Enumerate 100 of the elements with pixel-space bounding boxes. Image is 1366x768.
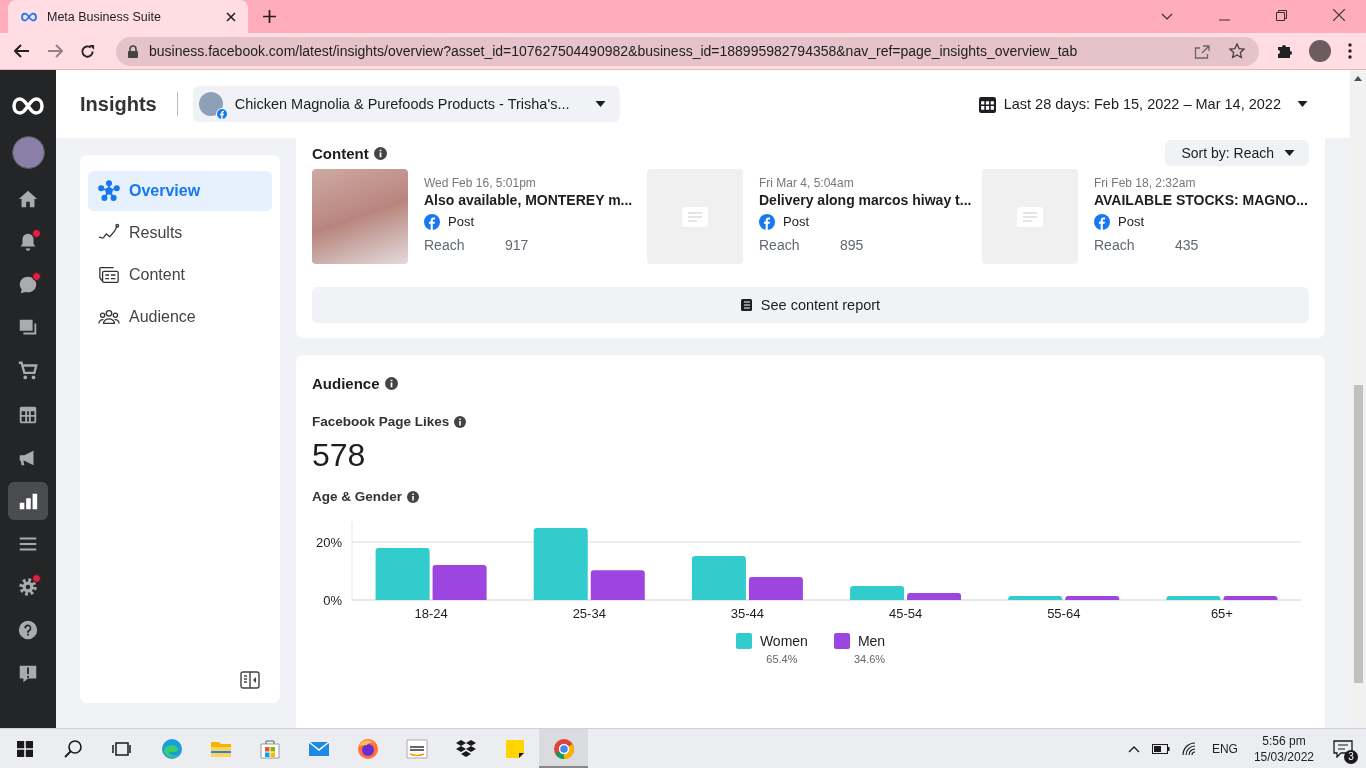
address-bar[interactable]: business.facebook.com/latest/insights/overview?asset_id=107627504490982&business_id=188995982794358&nav_ref=page_insights_overview_tab: [116, 36, 1259, 66]
collapse-panel-icon[interactable]: [240, 671, 260, 689]
chart-bar: [1008, 595, 1063, 600]
likes-count: 578: [312, 436, 367, 475]
chevron-up-icon[interactable]: [1127, 744, 1140, 753]
new-tab-icon[interactable]: [263, 10, 276, 23]
axis-label: 65+: [1210, 606, 1233, 621]
close-icon[interactable]: [226, 11, 236, 22]
chart-bar: [907, 593, 962, 600]
round-browser-button[interactable]: [539, 729, 588, 768]
meta-logo-icon: [20, 10, 38, 23]
legend-share: 34.6%: [852, 653, 886, 665]
post-type: Post: [448, 213, 474, 231]
text-post-icon: [682, 206, 708, 227]
fox-browser-icon: [355, 736, 380, 761]
notification-icon[interactable]: [1333, 739, 1353, 758]
avatar[interactable]: [1309, 40, 1331, 62]
sidebar-item[interactable]: Content: [88, 255, 272, 295]
post-date: Fri Feb 18, 2:32am: [1094, 176, 1197, 190]
chart-bar: [533, 528, 588, 600]
scroll-up-arrow-icon[interactable]: [1354, 76, 1362, 81]
chart-bar: [850, 586, 905, 600]
sidebar-item[interactable]: Overview: [88, 171, 272, 211]
info-icon[interactable]: [384, 377, 398, 390]
legend-swatch: [833, 633, 850, 649]
page-title: Insights: [80, 92, 157, 116]
network-icon: [98, 180, 120, 202]
share-icon[interactable]: [1194, 43, 1210, 59]
caret-icon: [595, 101, 607, 107]
page-avatar: [198, 92, 223, 116]
axis-label: 25-34: [572, 606, 606, 621]
caret-icon: [1297, 101, 1308, 107]
axis-label: 55-64: [1047, 606, 1081, 621]
url-text: business.facebook.com/latest/insights/overview?asset_id=107627504490982&business_id=188995982794358&nav_ref=page_insights_overview_tab: [149, 43, 1078, 59]
facebook-icon: [759, 214, 775, 230]
calendar-icon: [978, 95, 996, 113]
chart-bar: [590, 570, 645, 600]
info-icon[interactable]: [454, 415, 467, 428]
restore-icon[interactable]: [1276, 10, 1287, 21]
post-type: Post: [1118, 213, 1144, 231]
axis-label: 35-44: [730, 606, 765, 621]
sidebar-item[interactable]: Audience: [88, 297, 272, 337]
chart-bar: [1065, 595, 1120, 600]
info-icon[interactable]: [373, 146, 387, 160]
puzzle-icon[interactable]: [1276, 43, 1292, 59]
chart-bar: [1166, 595, 1221, 600]
facebook-badge-icon: [215, 108, 228, 120]
post-title[interactable]: Also available, MONTEREY m...: [424, 190, 633, 210]
caret-icon: [1284, 150, 1295, 156]
sidebar-item[interactable]: Results: [88, 213, 272, 253]
post-type: Post: [783, 213, 809, 231]
legend-label: Women: [759, 633, 808, 649]
page-selector[interactable]: Chicken Magnolia & Purefoods Products - Trisha's...: [192, 86, 621, 122]
post-thumbnail[interactable]: [982, 169, 1078, 264]
swirl-browser-icon: [159, 736, 184, 761]
notification-count: 3: [1344, 749, 1358, 764]
post-thumbnail[interactable]: [647, 169, 743, 264]
cards-icon: [98, 264, 120, 286]
star-icon[interactable]: [1229, 43, 1245, 59]
axis-label: 20%: [315, 535, 342, 550]
close-icon[interactable]: [1333, 9, 1345, 21]
wifi-icon[interactable]: [1181, 741, 1198, 756]
scrollbar[interactable]: [1350, 70, 1366, 728]
chevron-down-icon[interactable]: [1161, 13, 1173, 21]
bar-chart-button[interactable]: [8, 481, 48, 520]
clock[interactable]: 5:56 pm 15/03/2022: [1253, 732, 1314, 765]
section-title: Content: [312, 144, 369, 162]
browser-tab[interactable]: Meta Business Suite: [8, 0, 248, 33]
reload-icon[interactable]: [80, 43, 95, 59]
report-icon: [740, 299, 752, 311]
back-arrow-icon[interactable]: [14, 44, 30, 58]
metric-title: Age & Gender: [312, 489, 403, 504]
text-post-icon: [1017, 206, 1043, 227]
metric-value: 895: [840, 236, 864, 255]
post-date: Fri Mar 4, 5:04am: [759, 176, 855, 190]
legend-share: 65.4%: [765, 653, 798, 665]
facebook-icon: [424, 214, 440, 230]
page-avatar[interactable]: [11, 136, 45, 169]
metric-label: Reach: [1094, 236, 1135, 255]
axis-label: 0%: [323, 593, 342, 608]
battery-icon[interactable]: [1151, 743, 1170, 754]
metric-label: Reach: [759, 236, 800, 255]
post-title[interactable]: AVAILABLE STOCKS: MAGNO...: [1094, 190, 1308, 210]
language-indicator[interactable]: ENG: [1211, 741, 1238, 756]
see-content-report-button[interactable]: See content report: [312, 287, 1309, 323]
sort-dropdown[interactable]: Sort by: Reach: [1165, 140, 1309, 166]
meta-logo-icon[interactable]: [10, 95, 46, 117]
axis-label: 45-54: [888, 606, 923, 621]
round-browser-icon: [551, 736, 576, 761]
chart-bar: [691, 555, 746, 600]
axis-label: 18-24: [414, 606, 448, 621]
chart-bar: [748, 577, 803, 600]
help-icon: [17, 619, 39, 642]
post-title[interactable]: Delivery along marcos hiway t...: [759, 190, 972, 210]
legend-swatch: [735, 633, 752, 649]
date-range-selector[interactable]: Last 28 days: Feb 15, 2022 – Mar 14, 2022: [978, 95, 1308, 113]
info-icon[interactable]: [407, 490, 420, 503]
metric-value: 917: [505, 236, 529, 255]
legend-label: Men: [857, 633, 886, 649]
more-icon[interactable]: [1348, 43, 1352, 59]
